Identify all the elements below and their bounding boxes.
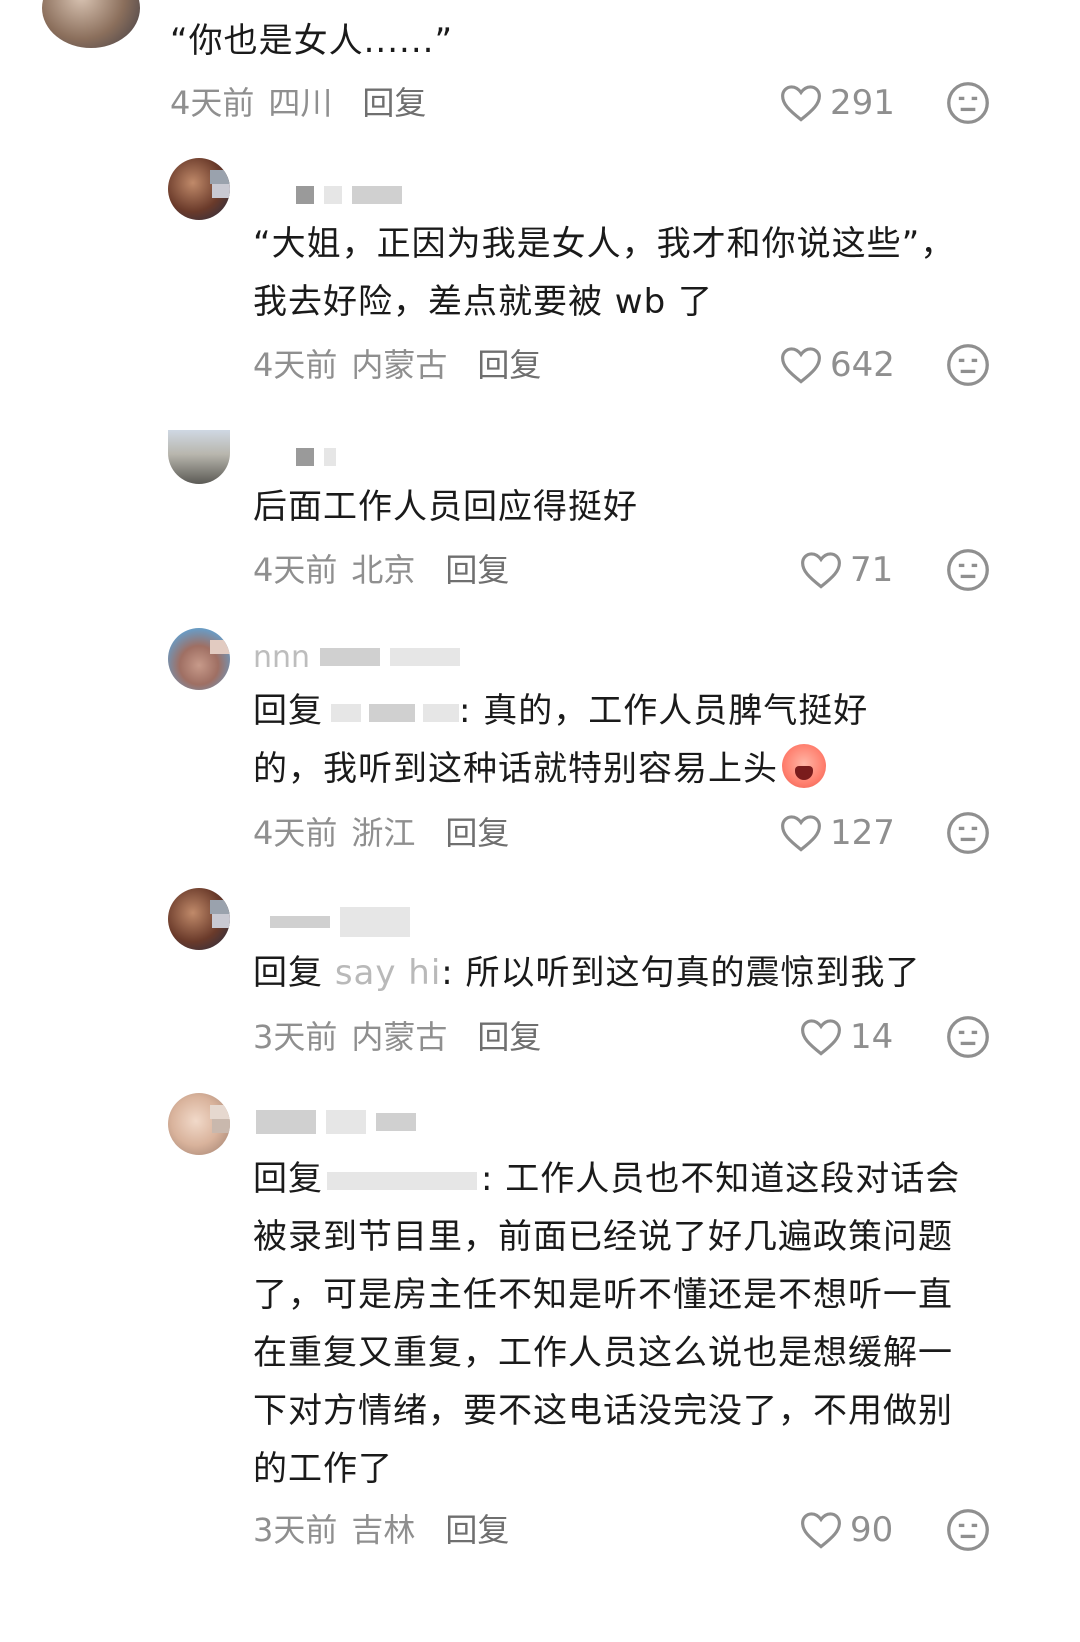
- avatar[interactable]: [42, 0, 140, 48]
- comment-text-rest: : 真的，工作人员脾气挺好: [459, 691, 869, 731]
- heart-icon: [781, 347, 821, 384]
- reply-prefix: 回复: [253, 691, 323, 731]
- comment-text-line: 在重复又重复，工作人员这么说也是想缓解一: [253, 1333, 953, 1373]
- comment-meta: 3天前 内蒙古 回复: [253, 1012, 541, 1058]
- dislike-face-icon[interactable]: [946, 1015, 990, 1059]
- comment-location: 内蒙古: [351, 1018, 448, 1056]
- heart-icon: [801, 552, 841, 589]
- comment-text: 后面工作人员回应得挺好: [253, 487, 638, 527]
- like-button[interactable]: 642: [780, 342, 895, 388]
- username-redacted[interactable]: [270, 905, 410, 939]
- comment-text: “你也是女人......”: [170, 21, 454, 61]
- comment-time: 3天前: [253, 1511, 338, 1549]
- comment-location: 内蒙古: [351, 346, 448, 384]
- avatar[interactable]: [168, 1093, 230, 1155]
- reply-button[interactable]: 回复: [445, 1505, 509, 1551]
- like-count: 71: [850, 550, 894, 590]
- comment-text-rest: : 所以听到这句真的震惊到我了: [441, 953, 921, 993]
- reply-prefix: 回复: [253, 1159, 323, 1199]
- reply-button[interactable]: 回复: [477, 1012, 541, 1058]
- reply-prefix: 回复: [253, 953, 323, 993]
- reply-button[interactable]: 回复: [445, 545, 509, 591]
- like-button[interactable]: 71: [800, 547, 893, 593]
- username-redacted[interactable]: [296, 178, 402, 212]
- username-redacted[interactable]: nnn: [253, 639, 461, 675]
- heart-icon: [801, 1019, 841, 1056]
- crying-emoji: [782, 744, 826, 788]
- comment-meta: 4天前 内蒙古 回复: [253, 340, 541, 386]
- comment-text-rest: : 工作人员也不知道这段对话会: [481, 1159, 961, 1199]
- avatar[interactable]: [168, 158, 230, 220]
- dislike-face-icon[interactable]: [946, 81, 990, 125]
- like-count: 14: [850, 1017, 894, 1057]
- comment-text: “大姐，正因为我是女人，我才和你说这些”， 我去好险，差点就要被 wb 了: [253, 215, 955, 331]
- like-count: 642: [830, 345, 895, 385]
- dislike-face-icon[interactable]: [946, 548, 990, 592]
- comment-meta: 4天前 北京 回复: [253, 545, 509, 591]
- comment-text-line: “大姐，正因为我是女人，我才和你说这些”，: [253, 224, 956, 264]
- like-count: 291: [830, 83, 895, 123]
- like-count: 127: [830, 813, 895, 853]
- comment-time: 4天前: [170, 84, 255, 122]
- like-button[interactable]: 90: [800, 1507, 893, 1553]
- avatar[interactable]: [168, 430, 230, 484]
- comment-text-line: 被录到节目里，前面已经说了好几遍政策问题: [253, 1217, 953, 1257]
- comment-location: 四川: [268, 84, 333, 122]
- comment-text-line: 的工作了: [253, 1449, 393, 1489]
- comment-time: 3天前: [253, 1018, 338, 1056]
- comment-time: 4天前: [253, 346, 338, 384]
- username-visible: nnn: [253, 639, 311, 675]
- avatar[interactable]: [168, 888, 230, 950]
- heart-icon: [781, 815, 821, 852]
- dislike-face-icon[interactable]: [946, 811, 990, 855]
- comment-time: 4天前: [253, 814, 338, 852]
- comment-text: 回复 : 工作人员也不知道这段对话会 被录到节目里，前面已经说了好几遍政策问题 了…: [253, 1150, 960, 1498]
- username-redacted[interactable]: [296, 440, 336, 474]
- like-button[interactable]: 14: [800, 1014, 893, 1060]
- reply-button[interactable]: 回复: [445, 808, 509, 854]
- heart-icon: [781, 85, 821, 122]
- dislike-face-icon[interactable]: [946, 1508, 990, 1552]
- comment-location: 浙江: [351, 814, 416, 852]
- comment-text: 回复 say hi: 所以听到这句真的震惊到我了: [253, 944, 921, 1002]
- comment-text-line: 下对方情绪，要不这电话没完没了，不用做别: [253, 1391, 953, 1431]
- reply-to-username[interactable]: say hi: [335, 953, 441, 993]
- avatar[interactable]: [168, 628, 230, 690]
- comment-text-line: 了，可是房主任不知是听不懂还是不想听一直: [253, 1275, 953, 1315]
- reply-button[interactable]: 回复: [477, 340, 541, 386]
- comment-meta: 4天前 四川 回复: [170, 78, 426, 124]
- comment-location: 北京: [351, 551, 416, 589]
- like-button[interactable]: 127: [780, 810, 895, 856]
- comment-text-line: 回复 : 真的，工作人员脾气挺好: [253, 682, 868, 740]
- comment-text-line: 我去好险，差点就要被 wb 了: [253, 282, 714, 322]
- comment-meta: 4天前 浙江 回复: [253, 808, 509, 854]
- dislike-face-icon[interactable]: [946, 343, 990, 387]
- comment-meta: 3天前 吉林 回复: [253, 1505, 509, 1551]
- comment-text-line: 的，我听到这种话就特别容易上头: [253, 740, 868, 798]
- comment-text: 回复 : 真的，工作人员脾气挺好 的，我听到这种话就特别容易上头: [253, 682, 868, 798]
- like-button[interactable]: 291: [780, 80, 895, 126]
- comment-text-line: 回复 : 工作人员也不知道这段对话会: [253, 1150, 960, 1208]
- comment-location: 吉林: [351, 1511, 416, 1549]
- comment-time: 4天前: [253, 551, 338, 589]
- reply-button[interactable]: 回复: [362, 78, 426, 124]
- username-redacted[interactable]: [256, 1105, 416, 1139]
- like-count: 90: [850, 1510, 894, 1550]
- heart-icon: [801, 1512, 841, 1549]
